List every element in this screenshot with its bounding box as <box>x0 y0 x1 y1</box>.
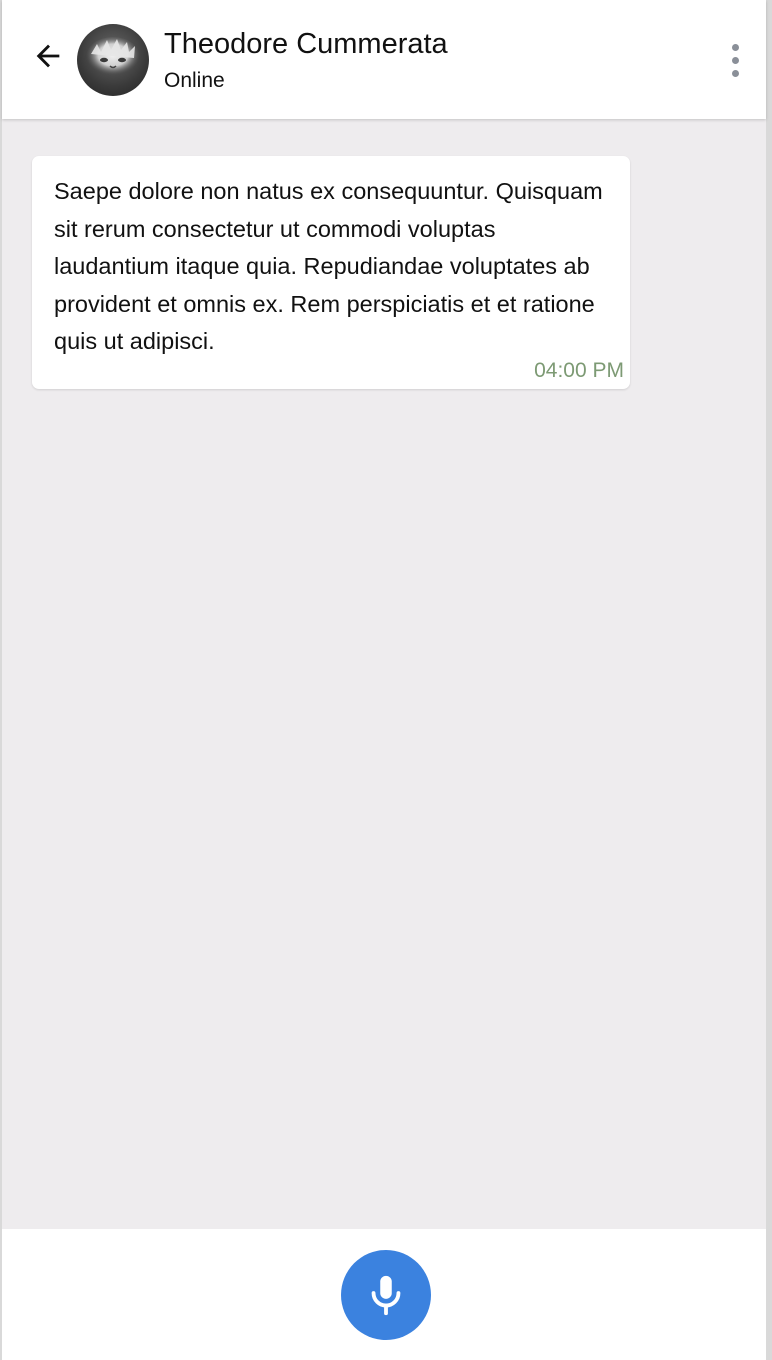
contact-status: Online <box>164 69 225 92</box>
contact-name[interactable]: Theodore Cummerata <box>164 28 448 61</box>
avatar-image <box>86 37 140 77</box>
back-button[interactable] <box>26 34 70 78</box>
more-vertical-icon <box>731 43 739 51</box>
message-bubble-incoming[interactable]: Saepe dolore non natus ex consequuntur. … <box>32 156 630 389</box>
more-vertical-icon-dot <box>731 69 739 77</box>
chat-header: Theodore Cummerata Online <box>2 0 766 119</box>
chat-screen: Theodore Cummerata Online Saepe dolore n… <box>0 0 772 1360</box>
avatar[interactable] <box>77 24 149 96</box>
message-list[interactable]: Saepe dolore non natus ex consequuntur. … <box>2 119 766 1229</box>
message-timestamp: 04:00 PM <box>534 358 624 382</box>
more-vertical-icon-dot <box>731 56 739 64</box>
microphone-icon <box>371 1275 401 1316</box>
more-options-button[interactable] <box>716 36 754 84</box>
message-text: Saepe dolore non natus ex consequuntur. … <box>54 178 603 354</box>
arrow-left-icon <box>36 44 60 68</box>
composer-bar <box>2 1229 766 1360</box>
microphone-button[interactable] <box>341 1250 431 1340</box>
